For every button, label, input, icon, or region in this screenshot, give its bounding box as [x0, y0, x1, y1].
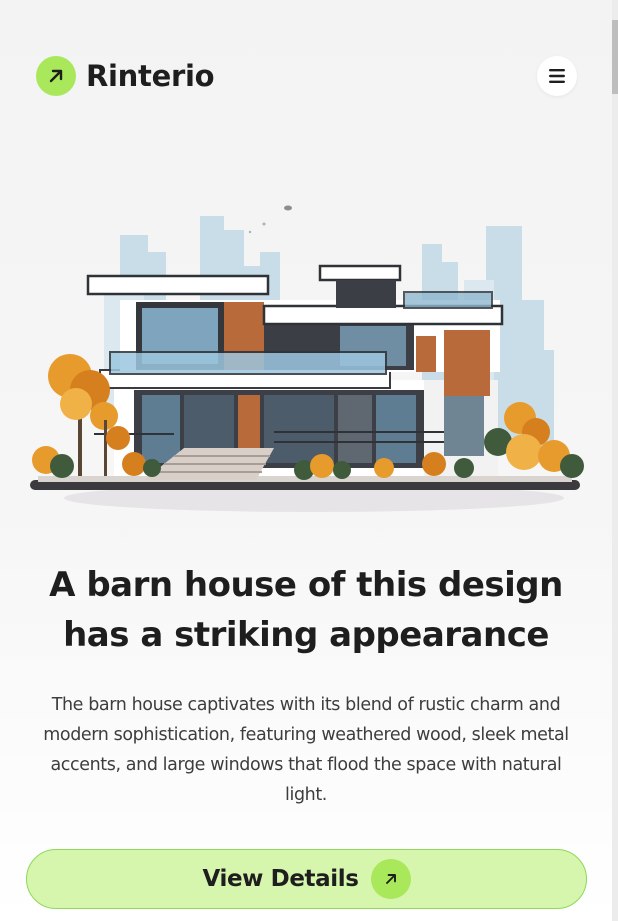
arrow-up-right-icon [36, 56, 76, 96]
view-details-button[interactable]: View Details [26, 849, 587, 909]
brand-name: Rinterio [86, 59, 215, 93]
scrollbar-thumb[interactable] [612, 20, 618, 94]
logo[interactable]: Rinterio [36, 56, 215, 96]
modern-house-illustration [30, 205, 584, 512]
hamburger-menu-icon [549, 69, 565, 83]
menu-button[interactable] [537, 56, 577, 96]
page: Rinterio A barn house of this design has… [0, 0, 612, 921]
view-details-label: View Details [202, 866, 359, 892]
scrollbar[interactable] [612, 0, 618, 921]
arrow-up-right-icon [370, 859, 411, 899]
hero-headline: A barn house of this design has a striki… [49, 565, 563, 655]
hero-description: The barn house captivates with its blend… [43, 695, 569, 805]
